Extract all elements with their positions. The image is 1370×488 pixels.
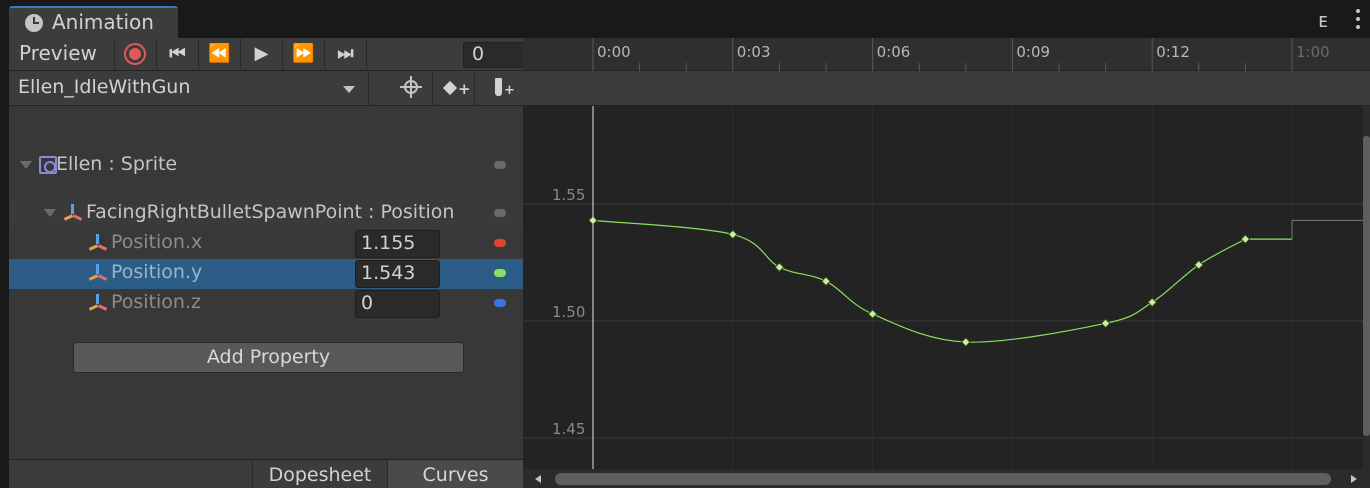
skip-to-end-icon[interactable]: ⏭ (325, 38, 367, 71)
property-row-position-z[interactable]: Position.z 0 (9, 289, 523, 319)
frame-field[interactable]: 0 (463, 42, 524, 68)
window-tabstrip (0, 0, 1370, 38)
root-key-indicator[interactable] (494, 161, 506, 169)
hierarchy-root-row[interactable]: Ellen : Sprite (9, 151, 523, 181)
more-options-icon[interactable] (1348, 7, 1368, 31)
clip-name: Ellen_IdleWithGun (18, 76, 191, 98)
add-keyframe-icon (442, 80, 458, 96)
child-label: FacingRightBulletSpawnPoint : Position (86, 201, 455, 223)
curve-editor[interactable]: 1.55 1.50 1.45 (523, 106, 1363, 469)
skip-to-start-icon[interactable]: ⏮ (157, 38, 199, 71)
preview-button[interactable]: Preview (9, 38, 115, 71)
child-key-indicator[interactable] (494, 209, 506, 217)
keyframe-point (821, 276, 831, 287)
value-axis-label: 1.55 (552, 186, 585, 204)
property-row-position-x[interactable]: Position.x 1.155 (9, 229, 523, 259)
scroll-left-icon (535, 475, 541, 483)
add-keyframe-button[interactable]: + (433, 71, 475, 106)
vertical-scroll-thumb[interactable] (1363, 136, 1370, 436)
collapse-triangle-icon[interactable] (20, 161, 32, 169)
curve-line-position-y (592, 219, 1292, 343)
tab-curves[interactable]: Curves (388, 460, 523, 488)
horizontal-scroll-thumb[interactable] (555, 473, 1331, 485)
keyframe-target-button[interactable] (391, 71, 433, 106)
playback-toolbar: Preview ⏮ ⏪ ▶ ⏩ ⏭ 0 (9, 38, 524, 71)
ruler-tick-label: 0:03 (737, 43, 771, 61)
transform-axes-icon (88, 234, 108, 252)
tab-title: Animation (52, 10, 154, 34)
animation-tab[interactable]: Animation (9, 6, 178, 39)
ruler-tick-label: 0:00 (597, 43, 631, 61)
keyframe-point (960, 337, 971, 348)
previous-key-icon[interactable]: ⏪ (199, 38, 241, 71)
horizontal-scrollbar[interactable] (523, 469, 1370, 488)
ruler-tick-label: 0:12 (1156, 43, 1190, 61)
transform-axes-icon (88, 264, 108, 282)
view-mode-bar: Dopesheet Curves (9, 459, 523, 488)
property-value-field[interactable]: 1.543 (355, 260, 440, 288)
scroll-right-icon (1351, 475, 1357, 483)
property-value-field[interactable]: 0 (355, 290, 440, 318)
clip-dropdown[interactable]: Ellen_IdleWithGun (9, 71, 369, 106)
keyframe-point (1240, 234, 1251, 245)
ruler-ticks: 0:00 0:03 0:06 0:09 0:12 1:00 (592, 38, 1330, 71)
sprite-icon (39, 156, 57, 174)
add-property-button[interactable]: Add Property (73, 342, 464, 373)
keyframe-point (1100, 318, 1111, 329)
ruler-tick-label: 0:06 (877, 43, 911, 61)
chevron-down-icon (343, 86, 355, 93)
curve-chart: 1.55 1.50 1.45 (523, 106, 1363, 469)
lock-icon[interactable]: ᴇ (1318, 8, 1328, 32)
property-label: Position.x (111, 231, 203, 253)
next-key-icon[interactable]: ⏩ (283, 38, 325, 71)
crosshair-icon (400, 76, 422, 98)
ruler-tick-label: 0:09 (1016, 43, 1050, 61)
add-event-icon (495, 78, 502, 96)
add-event-button[interactable]: + (475, 71, 523, 106)
curve-color-dot[interactable] (494, 269, 506, 277)
keyframe-point (774, 262, 785, 273)
hierarchy-child-row[interactable]: FacingRightBulletSpawnPoint : Position (9, 199, 523, 229)
ruler-tick-label: 1:00 (1296, 43, 1330, 61)
root-label: Ellen : Sprite (56, 153, 178, 175)
clock-icon (25, 14, 43, 32)
property-value-field[interactable]: 1.155 (355, 230, 440, 258)
transform-axes-icon (88, 294, 108, 312)
clip-row: Ellen_IdleWithGun + + (9, 71, 523, 106)
property-label: Position.y (111, 261, 203, 283)
transform-axes-icon (63, 204, 83, 222)
property-row-position-y[interactable]: Position.y 1.543 (9, 259, 523, 289)
tab-dopesheet[interactable]: Dopesheet (252, 460, 388, 488)
play-icon[interactable]: ▶ (241, 38, 283, 71)
value-axis-label: 1.45 (552, 420, 585, 438)
curve-color-dot[interactable] (494, 239, 506, 247)
collapse-triangle-icon[interactable] (44, 209, 56, 217)
event-strip[interactable] (523, 71, 1370, 106)
curve-color-dot[interactable] (494, 299, 506, 307)
keyframe-point (727, 229, 738, 240)
record-button[interactable] (115, 38, 157, 71)
vertical-scrollbar[interactable] (1363, 106, 1370, 469)
keyframe-point (1147, 297, 1158, 308)
value-axis-label: 1.50 (552, 303, 585, 321)
time-ruler[interactable]: 0:00 0:03 0:06 0:09 0:12 1:00 (523, 38, 1370, 71)
property-label: Position.z (111, 291, 201, 313)
keyframe-point (1193, 259, 1204, 270)
keyframe-point (867, 309, 878, 319)
